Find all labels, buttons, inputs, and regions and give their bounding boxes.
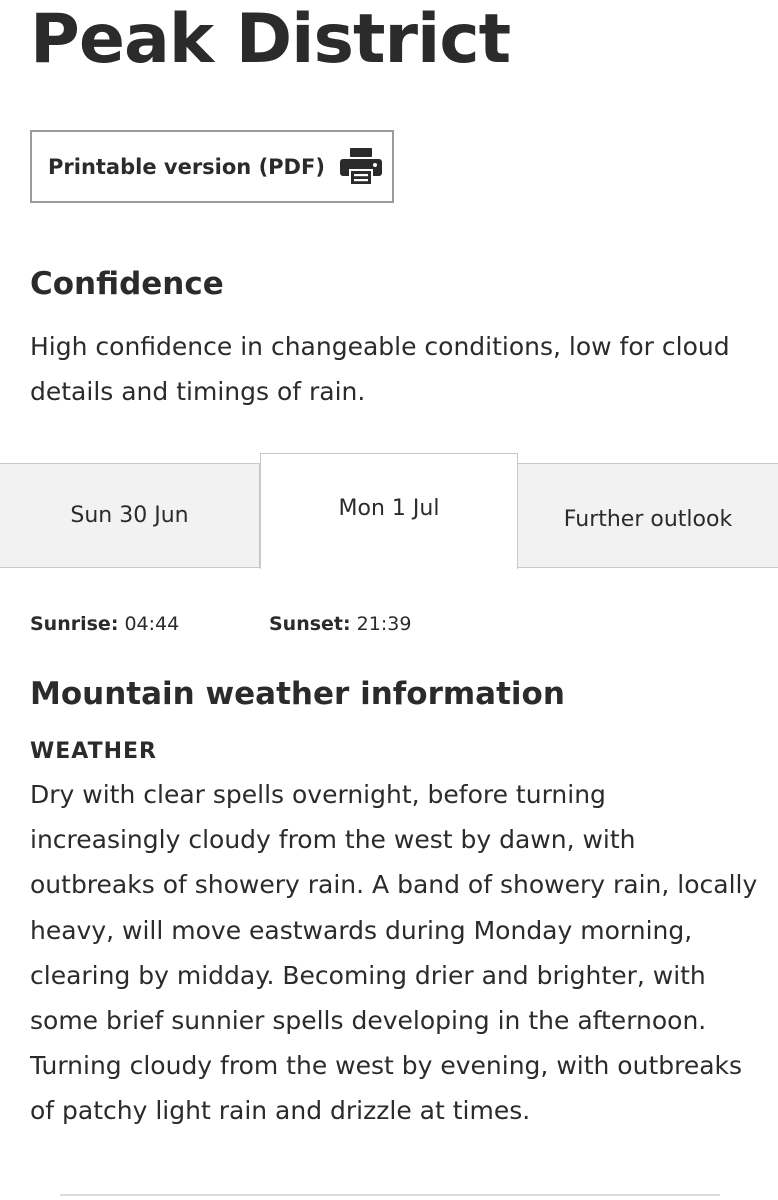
printable-pdf-label: Printable version (PDF) [48, 154, 325, 179]
page-title: Peak District [30, 0, 511, 79]
weather-description: Dry with clear spells overnight, before … [30, 780, 758, 1126]
printable-pdf-button[interactable]: Printable version (PDF) [30, 130, 394, 203]
weather-label: WEATHER [30, 739, 158, 764]
sunset-label: Sunset: [269, 613, 351, 635]
confidence-heading: Confidence [30, 266, 224, 302]
mountain-weather-heading: Mountain weather information [30, 676, 565, 712]
sunrise-label: Sunrise: [30, 613, 119, 635]
tab-further-outlook[interactable]: Further outlook [518, 463, 778, 568]
content-divider [60, 1194, 720, 1196]
confidence-text: High confidence in changeable conditions… [30, 332, 730, 406]
printer-icon [340, 148, 382, 186]
tab-sun-30-jun[interactable]: Sun 30 Jun [0, 463, 260, 568]
sunrise-time: 04:44 [124, 613, 180, 635]
sunset-time: 21:39 [356, 613, 412, 635]
sunset-info: Sunset: 21:39 [269, 610, 411, 638]
tab-mon-1-jul[interactable]: Mon 1 Jul [260, 453, 518, 569]
sunrise-info: Sunrise: 04:44 [30, 610, 179, 638]
